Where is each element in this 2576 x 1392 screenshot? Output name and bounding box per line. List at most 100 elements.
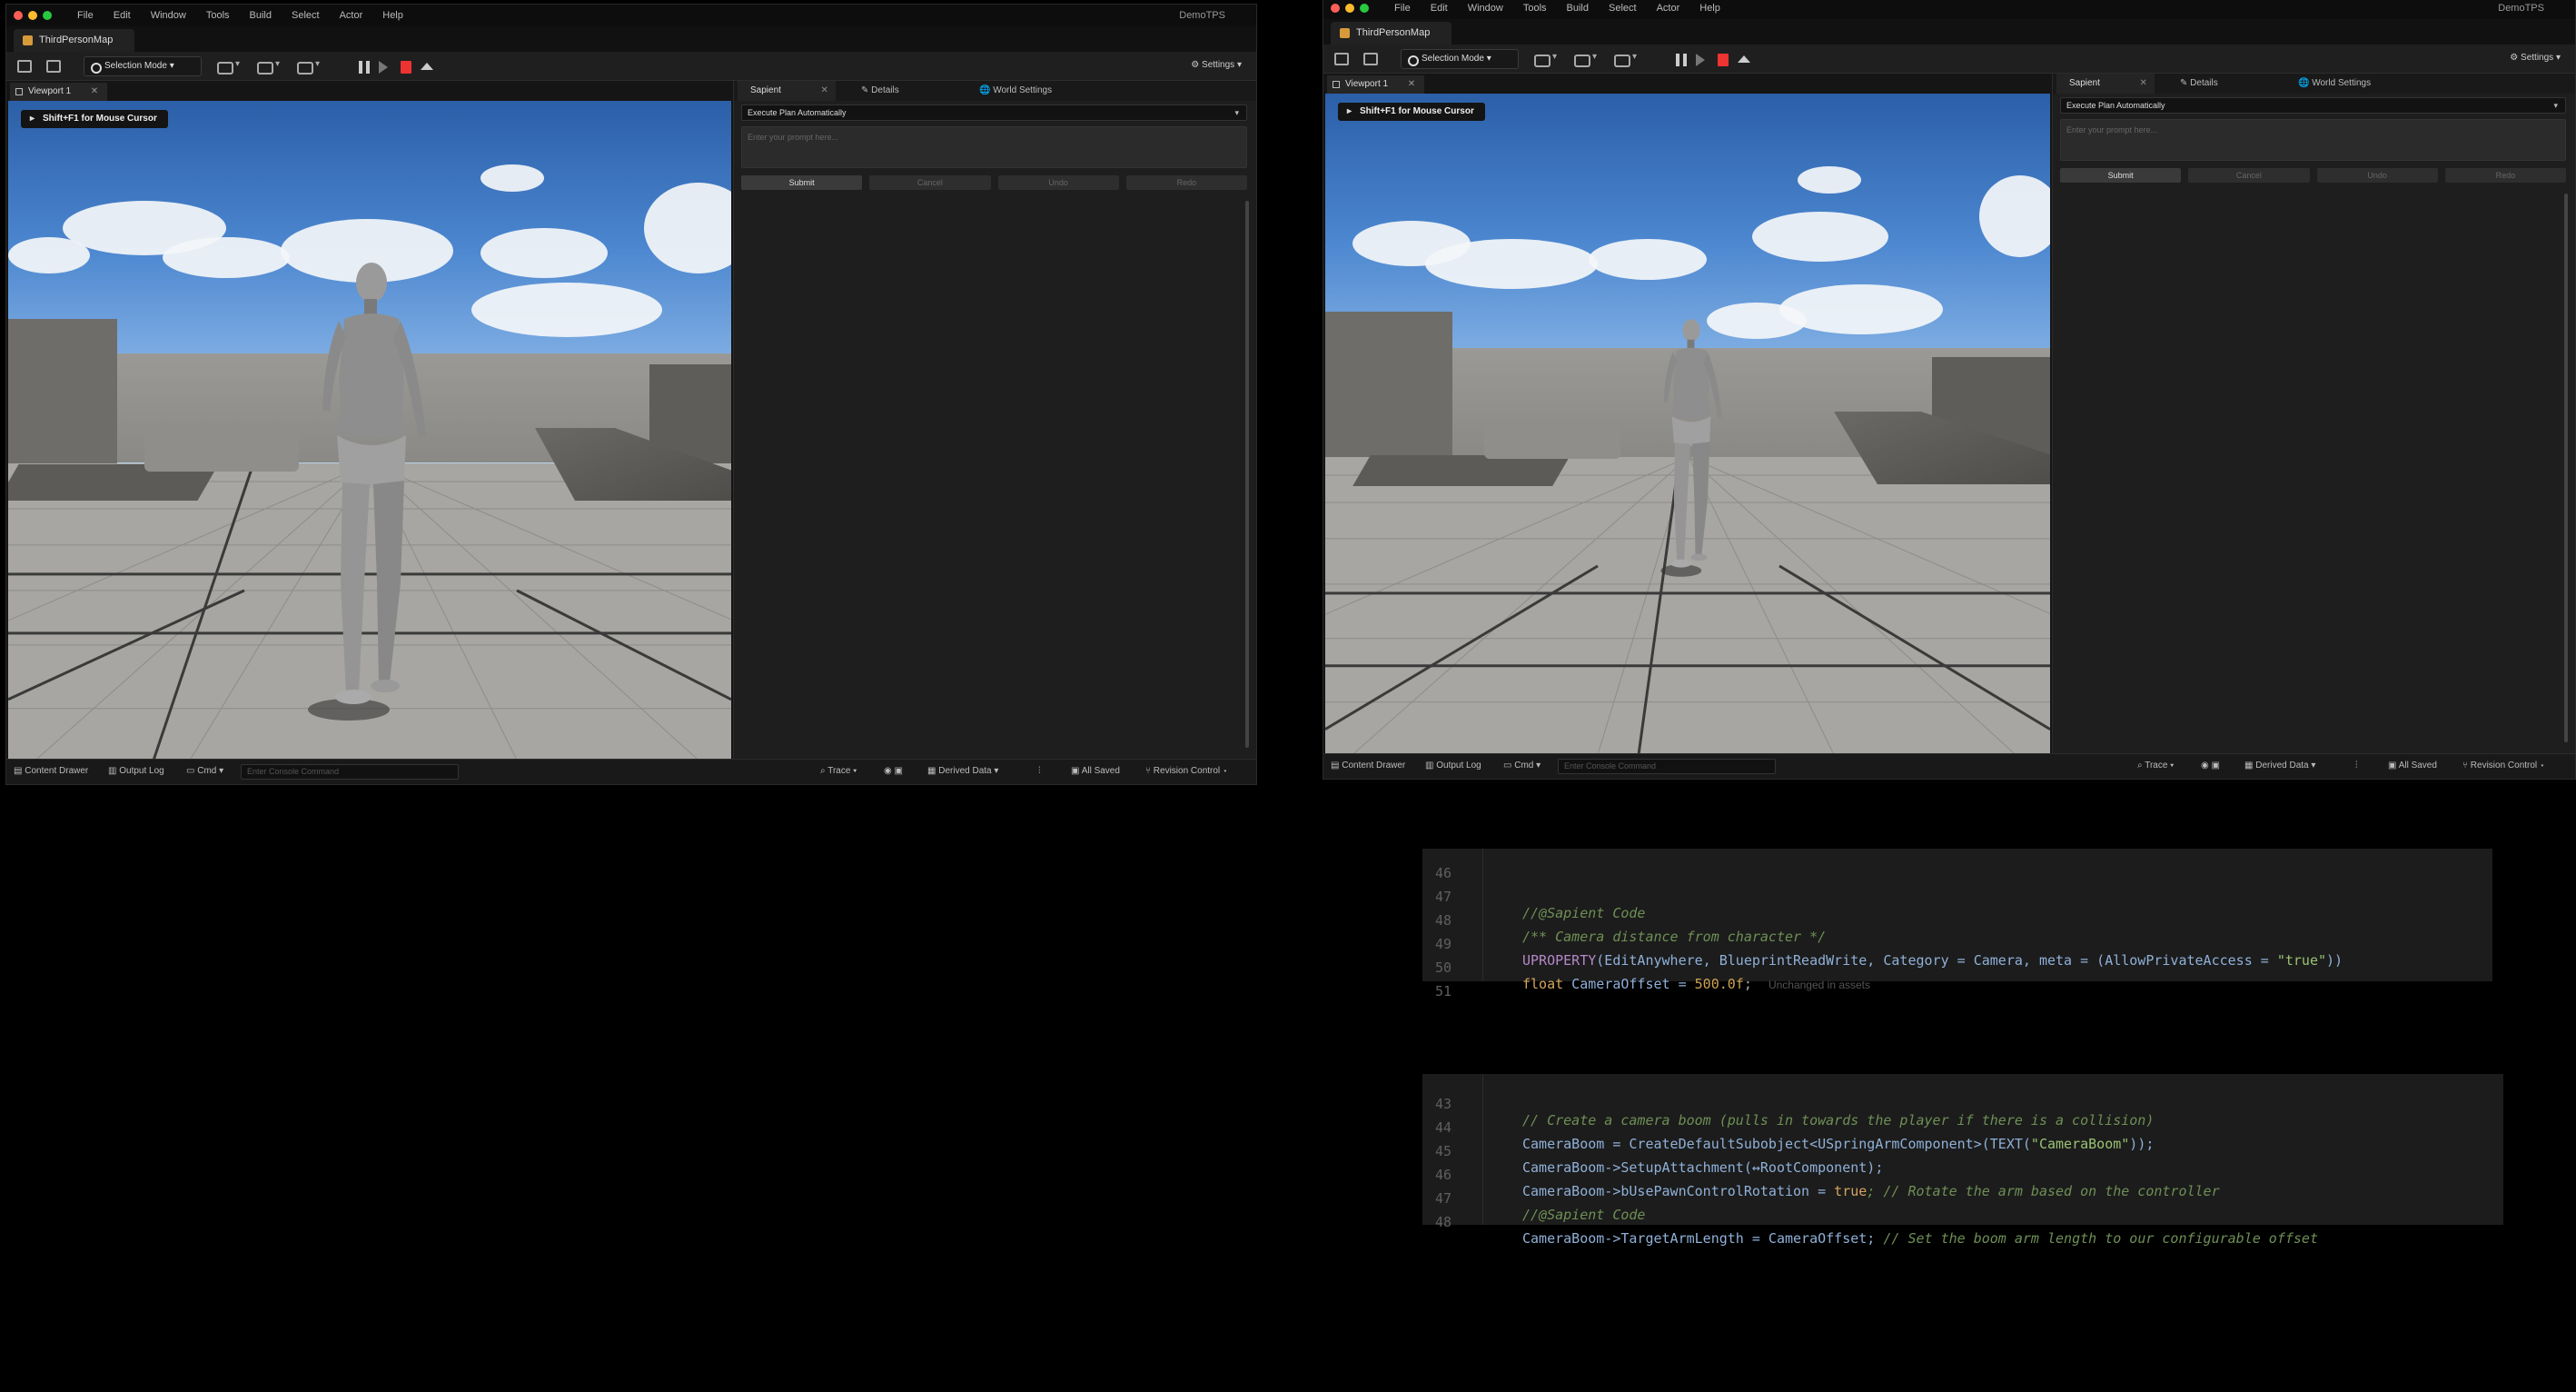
menu-select[interactable]: Select: [1609, 3, 1637, 14]
pause-icon[interactable]: [1676, 54, 1687, 66]
execution-mode-dropdown[interactable]: Execute Plan Automatically: [2060, 97, 2566, 114]
source-control-icon[interactable]: ⫶: [2355, 761, 2358, 771]
menu-help[interactable]: Help: [1699, 3, 1720, 14]
tab-world-settings[interactable]: 🌐 World Settings: [979, 81, 1052, 101]
level-viewport[interactable]: Shift+F1 for Mouse Cursor: [1325, 94, 2050, 755]
execution-mode-dropdown[interactable]: Execute Plan Automatically: [741, 104, 1247, 121]
prompt-input[interactable]: Enter your prompt here...: [741, 126, 1247, 168]
mouse-cursor-hint[interactable]: Shift+F1 for Mouse Cursor: [1338, 103, 1485, 121]
content-drawer-button[interactable]: ▤ Content Drawer: [14, 766, 88, 776]
all-saved-button[interactable]: ▣ All Saved: [2388, 761, 2437, 771]
tab-details[interactable]: ✎ Details: [2180, 74, 2218, 94]
content-browser-icon[interactable]: [46, 60, 61, 73]
settings-button[interactable]: ⚙ Settings ▾: [1191, 60, 1242, 70]
content-drawer-button[interactable]: ▤ Content Drawer: [1331, 761, 1405, 771]
save-icon[interactable]: [17, 60, 32, 73]
trace-dropdown[interactable]: ⌕ Trace ▾: [820, 766, 857, 776]
menu-build[interactable]: Build: [250, 10, 272, 21]
menu-file[interactable]: File: [77, 10, 94, 21]
menu-tools[interactable]: Tools: [1523, 3, 1547, 14]
cinematics-icon[interactable]: [297, 59, 328, 75]
derived-data-button[interactable]: ▦ Derived Data ▾: [927, 766, 998, 776]
viewport-tab[interactable]: Viewport 1 ✕: [10, 83, 108, 101]
revision-control-button[interactable]: ⑂ Revision Control ▾: [2462, 761, 2545, 771]
source-control-icon[interactable]: ⫶: [1038, 766, 1041, 776]
blueprint-icon[interactable]: [257, 59, 288, 75]
undo-button[interactable]: Undo: [2316, 168, 2438, 183]
pause-icon[interactable]: [359, 61, 370, 74]
code-line: 46: [1422, 849, 2492, 881]
step-icon[interactable]: [379, 61, 388, 74]
derived-data-button[interactable]: ▦ Derived Data ▾: [2244, 761, 2315, 771]
console-input[interactable]: Enter Console Command: [241, 764, 459, 780]
revision-control-button[interactable]: ⑂ Revision Control ▾: [1145, 766, 1228, 776]
add-actor-icon[interactable]: [1534, 52, 1565, 67]
undo-button[interactable]: Undo: [997, 175, 1119, 190]
menu-edit[interactable]: Edit: [114, 10, 131, 21]
stop-icon[interactable]: [1718, 54, 1729, 66]
content-browser-icon[interactable]: [1363, 53, 1378, 65]
close-window-button[interactable]: [14, 11, 23, 20]
selection-mode-dropdown[interactable]: Selection Mode ▾: [84, 56, 202, 76]
trace-controls-icon[interactable]: ◉ ▣: [884, 766, 903, 776]
close-icon[interactable]: ✕: [821, 81, 828, 101]
menu-edit[interactable]: Edit: [1431, 3, 1448, 14]
blueprint-icon[interactable]: [1574, 52, 1605, 67]
stop-icon[interactable]: [401, 61, 411, 74]
tab-sapient[interactable]: Sapient ✕: [2056, 74, 2155, 94]
close-icon[interactable]: ✕: [2140, 74, 2147, 94]
menu-file[interactable]: File: [1394, 3, 1411, 14]
zoom-window-button[interactable]: [43, 11, 52, 20]
panel-scrollbar[interactable]: [2564, 194, 2568, 742]
mouse-cursor-hint[interactable]: Shift+F1 for Mouse Cursor: [21, 110, 168, 128]
close-icon[interactable]: ✕: [91, 83, 98, 101]
save-icon[interactable]: [1334, 53, 1349, 65]
menu-window[interactable]: Window: [151, 10, 186, 21]
trace-dropdown[interactable]: ⌕ Trace ▾: [2137, 761, 2174, 771]
tab-sapient[interactable]: Sapient ✕: [738, 81, 836, 101]
code-line: 47 //@Sapient Code: [1422, 1174, 2503, 1223]
cmd-dropdown[interactable]: ▭ Cmd ▾: [186, 766, 223, 776]
trace-controls-icon[interactable]: ◉ ▣: [2201, 761, 2220, 771]
menu-tools[interactable]: Tools: [206, 10, 230, 21]
all-saved-button[interactable]: ▣ All Saved: [1071, 766, 1120, 776]
panel-scrollbar[interactable]: [1245, 201, 1249, 748]
menu-window[interactable]: Window: [1468, 3, 1503, 14]
menu-actor[interactable]: Actor: [1657, 3, 1680, 14]
viewport-tab[interactable]: Viewport 1 ✕: [1327, 75, 1425, 94]
submit-button[interactable]: Submit: [741, 175, 863, 190]
cinematics-icon[interactable]: [1614, 52, 1645, 67]
eject-icon[interactable]: [421, 63, 433, 70]
step-icon[interactable]: [1696, 54, 1705, 66]
tab-details[interactable]: ✎ Details: [861, 81, 899, 101]
menu-help[interactable]: Help: [382, 10, 403, 21]
map-tab[interactable]: ThirdPersonMap: [14, 29, 135, 52]
tab-world-settings[interactable]: 🌐 World Settings: [2298, 74, 2371, 94]
console-input[interactable]: Enter Console Command: [1558, 759, 1776, 774]
menu-build[interactable]: Build: [1567, 3, 1589, 14]
level-viewport[interactable]: Shift+F1 for Mouse Cursor: [8, 101, 731, 761]
settings-button[interactable]: ⚙ Settings ▾: [2510, 53, 2561, 63]
zoom-window-button[interactable]: [1360, 4, 1369, 13]
cancel-button[interactable]: Cancel: [2188, 168, 2310, 183]
cmd-dropdown[interactable]: ▭ Cmd ▾: [1503, 761, 1541, 771]
map-tab[interactable]: ThirdPersonMap: [1331, 22, 1452, 45]
minimize-window-button[interactable]: [28, 11, 37, 20]
menu-select[interactable]: Select: [292, 10, 320, 21]
output-log-button[interactable]: ▥ Output Log: [108, 766, 164, 776]
redo-button[interactable]: Redo: [2444, 168, 2566, 183]
add-actor-icon[interactable]: [217, 59, 248, 75]
output-log-button[interactable]: ▥ Output Log: [1425, 761, 1481, 771]
eject-icon[interactable]: [1738, 55, 1750, 63]
sapient-panel: Sapient ✕ ✎ Details 🌐 World Settings Exec…: [733, 81, 1256, 761]
mouse-cursor-hint-label: Shift+F1 for Mouse Cursor: [43, 114, 157, 124]
selection-mode-dropdown[interactable]: Selection Mode ▾: [1401, 49, 1519, 69]
submit-button[interactable]: Submit: [2060, 168, 2182, 183]
redo-button[interactable]: Redo: [1125, 175, 1247, 190]
minimize-window-button[interactable]: [1345, 4, 1354, 13]
cancel-button[interactable]: Cancel: [869, 175, 991, 190]
menu-actor[interactable]: Actor: [340, 10, 363, 21]
close-window-button[interactable]: [1331, 4, 1340, 13]
close-icon[interactable]: ✕: [1408, 75, 1415, 94]
prompt-input[interactable]: Enter your prompt here...: [2060, 119, 2566, 161]
